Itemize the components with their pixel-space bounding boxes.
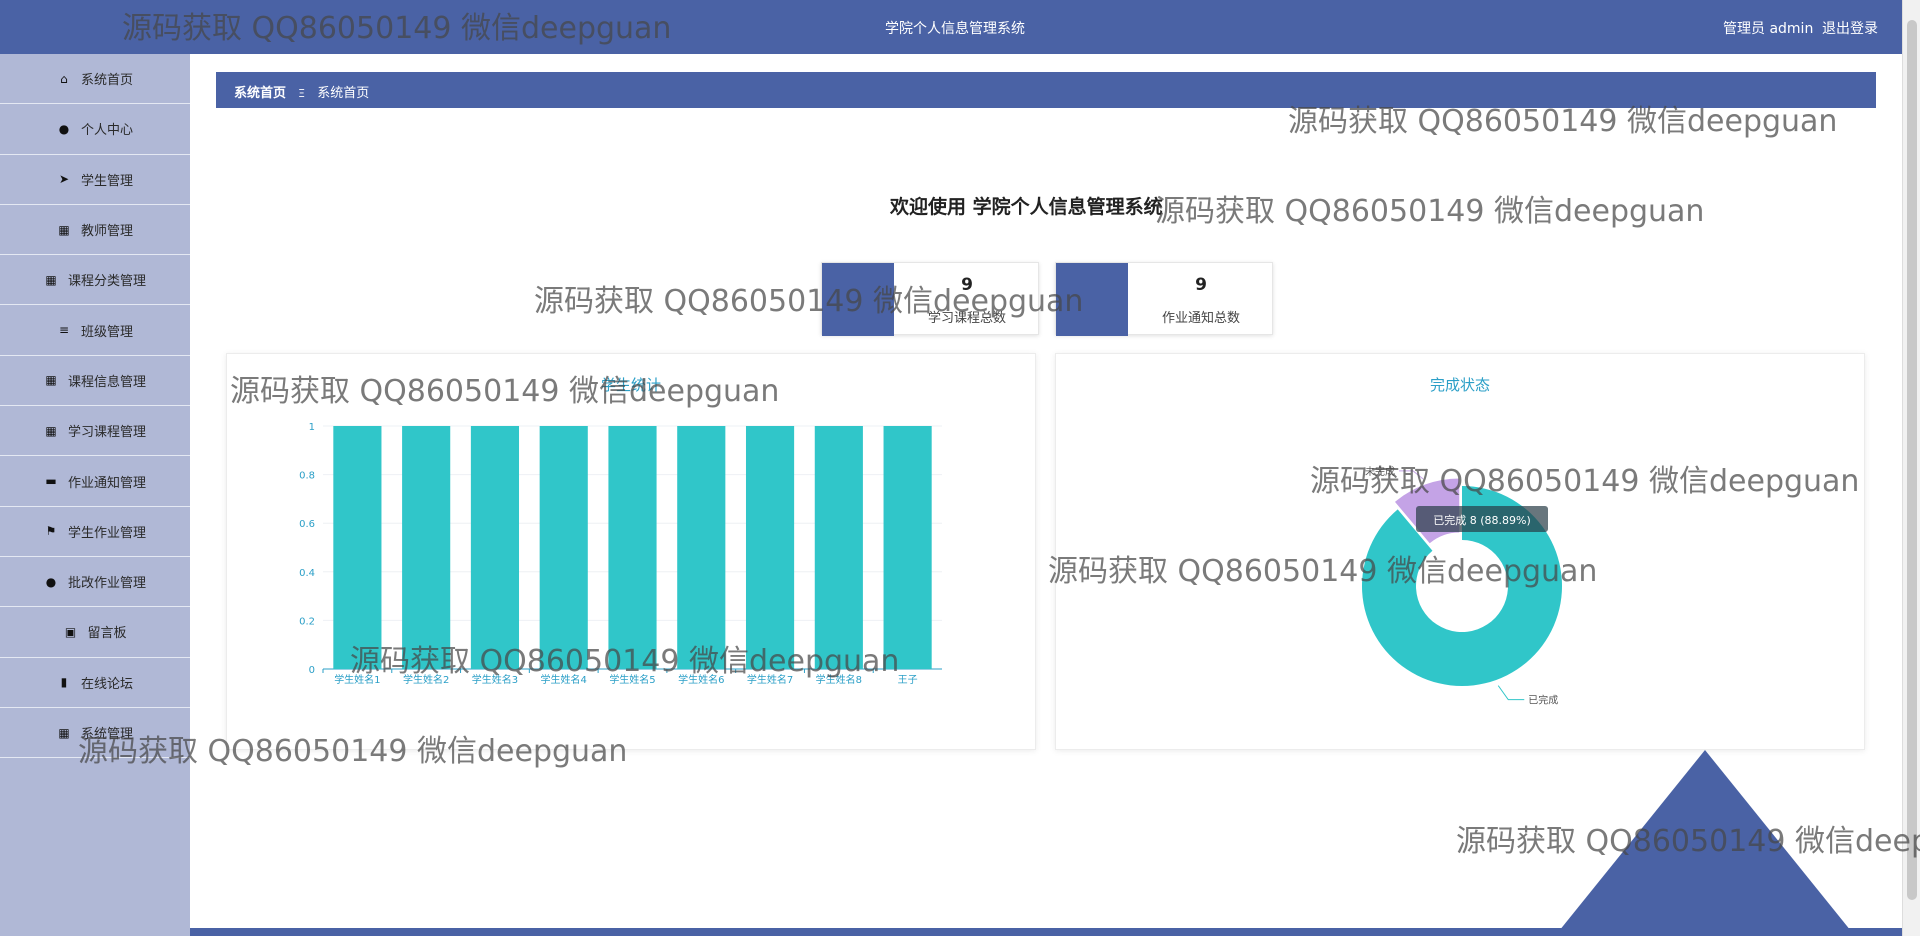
admin-user-label: 管理员 admin bbox=[1723, 21, 1814, 37]
sidebar-item-label: 课程信息管理 bbox=[67, 374, 146, 390]
stat-label: 作业通知总数 bbox=[1161, 311, 1240, 326]
sidebar-item-5[interactable]: ≡ 班级管理 bbox=[0, 305, 190, 356]
x-tick-label: 学生姓名8 bbox=[816, 673, 862, 686]
logout-link[interactable]: 退出登录 bbox=[1822, 18, 1878, 38]
y-tick-label: 0.8 bbox=[299, 471, 315, 482]
grid-icon: ▦ bbox=[45, 272, 57, 287]
scrollbar-thumb[interactable] bbox=[1907, 20, 1917, 900]
sidebar-item-label: 个人中心 bbox=[80, 123, 133, 139]
sidebar-item-label: 留言板 bbox=[87, 626, 127, 642]
stat-label: 学习课程总数 bbox=[927, 311, 1006, 326]
sidebar-item-label: 学生作业管理 bbox=[67, 525, 146, 541]
bar-7 bbox=[814, 426, 863, 669]
user-icon: ● bbox=[58, 121, 70, 136]
clipboard-icon: ▣ bbox=[64, 624, 77, 639]
book-icon: ▮ bbox=[60, 675, 68, 690]
x-tick-label: 王子 bbox=[898, 674, 918, 686]
breadcrumb: 系统首页 Ξ 系统首页 bbox=[216, 72, 1876, 108]
sidebar-item-label: 学生管理 bbox=[80, 173, 133, 189]
sidebar-item-13[interactable]: ▦ 系统管理 bbox=[0, 708, 190, 759]
home-icon: ⌂ bbox=[60, 71, 68, 86]
sidebar-item-label: 学习课程管理 bbox=[67, 425, 146, 441]
sidebar-item-label: 课程分类管理 bbox=[67, 274, 146, 290]
sidebar-item-7[interactable]: ▦ 学习课程管理 bbox=[0, 406, 190, 457]
sidebar-item-2[interactable]: ➤ 学生管理 bbox=[0, 155, 190, 205]
label-line bbox=[1497, 685, 1525, 701]
sidebar-item-label: 系统首页 bbox=[80, 73, 133, 89]
donut-chart: 已完成 未完成已完成 8 (88.89%) bbox=[1362, 465, 1563, 707]
sidebar-item-label: 批改作业管理 bbox=[67, 576, 146, 592]
tooltip-text: 已完成 8 (88.89%) bbox=[1433, 513, 1531, 527]
bar-chart-panel: 学生统计 0 0.2 0.4 0.6 0.8 1 学生姓名1 学生姓名2 学生姓名3 学生姓名4 学… bbox=[226, 353, 1036, 750]
pin-icon: ● bbox=[45, 574, 57, 589]
y-tick-label: 0 bbox=[309, 665, 315, 676]
x-tick-label: 学生姓名7 bbox=[747, 673, 793, 686]
stat-value: 9 bbox=[961, 275, 973, 295]
sidebar-item-10[interactable]: ● 批改作业管理 bbox=[0, 557, 190, 608]
stat-value: 9 bbox=[1195, 275, 1207, 295]
sidebar-item-3[interactable]: ▦ 教师管理 bbox=[0, 205, 190, 256]
x-tick-label: 学生姓名1 bbox=[334, 673, 380, 686]
grid-icon: ▦ bbox=[58, 725, 70, 740]
x-tick-label: 学生姓名2 bbox=[403, 673, 449, 686]
sidebar-item-0[interactable]: ⌂ 系统首页 bbox=[0, 54, 190, 105]
bar-5 bbox=[677, 426, 726, 669]
watermark-text: 源码获取 QQ86050149 微信deepguan bbox=[1155, 194, 1705, 229]
sidebar-menu: ⌂ 系统首页 ● 个人中心 ➤ 学生管理 ▦ 教师管理 ▦ 课程分类管理 ≡ 班级管理 ▦ 课程信息管理 ▦… bbox=[0, 54, 190, 936]
stat-card-course-total: 9 学习课程总数 bbox=[821, 262, 1039, 336]
sidebar-item-9[interactable]: ⚑ 学生作业管理 bbox=[0, 507, 190, 557]
x-tick-label: 学生姓名4 bbox=[541, 673, 587, 686]
sidebar-item-label: 系统管理 bbox=[80, 727, 133, 742]
bar-6 bbox=[745, 426, 795, 669]
bar-8 bbox=[883, 426, 932, 669]
bar-0 bbox=[333, 426, 382, 669]
stat-card-accent bbox=[1056, 263, 1128, 336]
sidebar-item-6[interactable]: ▦ 课程信息管理 bbox=[0, 356, 190, 407]
sidebar-item-label: 教师管理 bbox=[80, 224, 133, 240]
sidebar-item-label: 班级管理 bbox=[80, 324, 133, 340]
bar-chart: 0 0.2 0.4 0.6 0.8 1 学生姓名1 学生姓名2 学生姓名3 学生姓名4 学生姓名5 学… bbox=[299, 422, 942, 686]
breadcrumb-home[interactable]: 系统首页 bbox=[234, 86, 286, 101]
grid-icon: ▦ bbox=[45, 373, 57, 388]
sidebar-item-4[interactable]: ▦ 课程分类管理 bbox=[0, 255, 190, 306]
slice-label-incomplete: 未完成 bbox=[1365, 465, 1395, 478]
printer-icon: ▬ bbox=[45, 474, 57, 489]
sidebar-item-label: 在线论坛 bbox=[80, 676, 133, 692]
stat-card-notice-total: 9 作业通知总数 bbox=[1055, 262, 1273, 336]
paper-plane-icon: ➤ bbox=[58, 172, 70, 187]
x-tick-label: 学生姓名6 bbox=[678, 673, 724, 686]
breadcrumb-current: 系统首页 bbox=[317, 86, 370, 101]
top-header: 学院个人信息管理系统 管理员 admin 退出登录 bbox=[0, 0, 1920, 54]
stat-card-accent bbox=[822, 263, 894, 336]
x-tick-label: 学生姓名3 bbox=[472, 673, 518, 686]
pie-chart-panel: 完成状态 已完成 未完成 已完成 8 (88.89%) bbox=[1055, 353, 1865, 750]
slice-label-completed: 已完成 bbox=[1528, 694, 1558, 707]
sidebar-item-11[interactable]: ▣ 留言板 bbox=[0, 607, 190, 658]
sidebar-item-12[interactable]: ▮ 在线论坛 bbox=[0, 658, 190, 708]
breadcrumb-separator-icon: Ξ bbox=[298, 87, 306, 100]
sidebar-item-8[interactable]: ▬ 作业通知管理 bbox=[0, 456, 190, 507]
label-line bbox=[1399, 470, 1424, 480]
decorative-triangle bbox=[1555, 750, 1855, 936]
flag-icon: ⚑ bbox=[45, 524, 57, 539]
sidebar-item-label: 作业通知管理 bbox=[67, 475, 146, 491]
bar-1 bbox=[402, 426, 451, 669]
app-title: 学院个人信息管理系统 bbox=[885, 21, 1025, 37]
bar-4 bbox=[608, 426, 657, 669]
y-tick-label: 0.4 bbox=[299, 568, 315, 579]
vertical-scrollbar[interactable] bbox=[1902, 0, 1920, 936]
bar-2 bbox=[470, 426, 520, 669]
y-tick-label: 0.6 bbox=[299, 519, 315, 530]
list-icon: ≡ bbox=[58, 323, 70, 338]
x-tick-label: 学生姓名5 bbox=[609, 673, 655, 686]
grid-icon: ▦ bbox=[58, 222, 70, 237]
grid-icon: ▦ bbox=[45, 423, 57, 438]
bar-3 bbox=[539, 426, 588, 669]
sidebar-item-1[interactable]: ● 个人中心 bbox=[0, 104, 190, 155]
y-tick-label: 0.2 bbox=[299, 616, 315, 627]
y-tick-label: 1 bbox=[309, 422, 315, 433]
welcome-heading: 欢迎使用 学院个人信息管理系统 bbox=[890, 196, 1163, 218]
footer-bar bbox=[190, 928, 1902, 936]
